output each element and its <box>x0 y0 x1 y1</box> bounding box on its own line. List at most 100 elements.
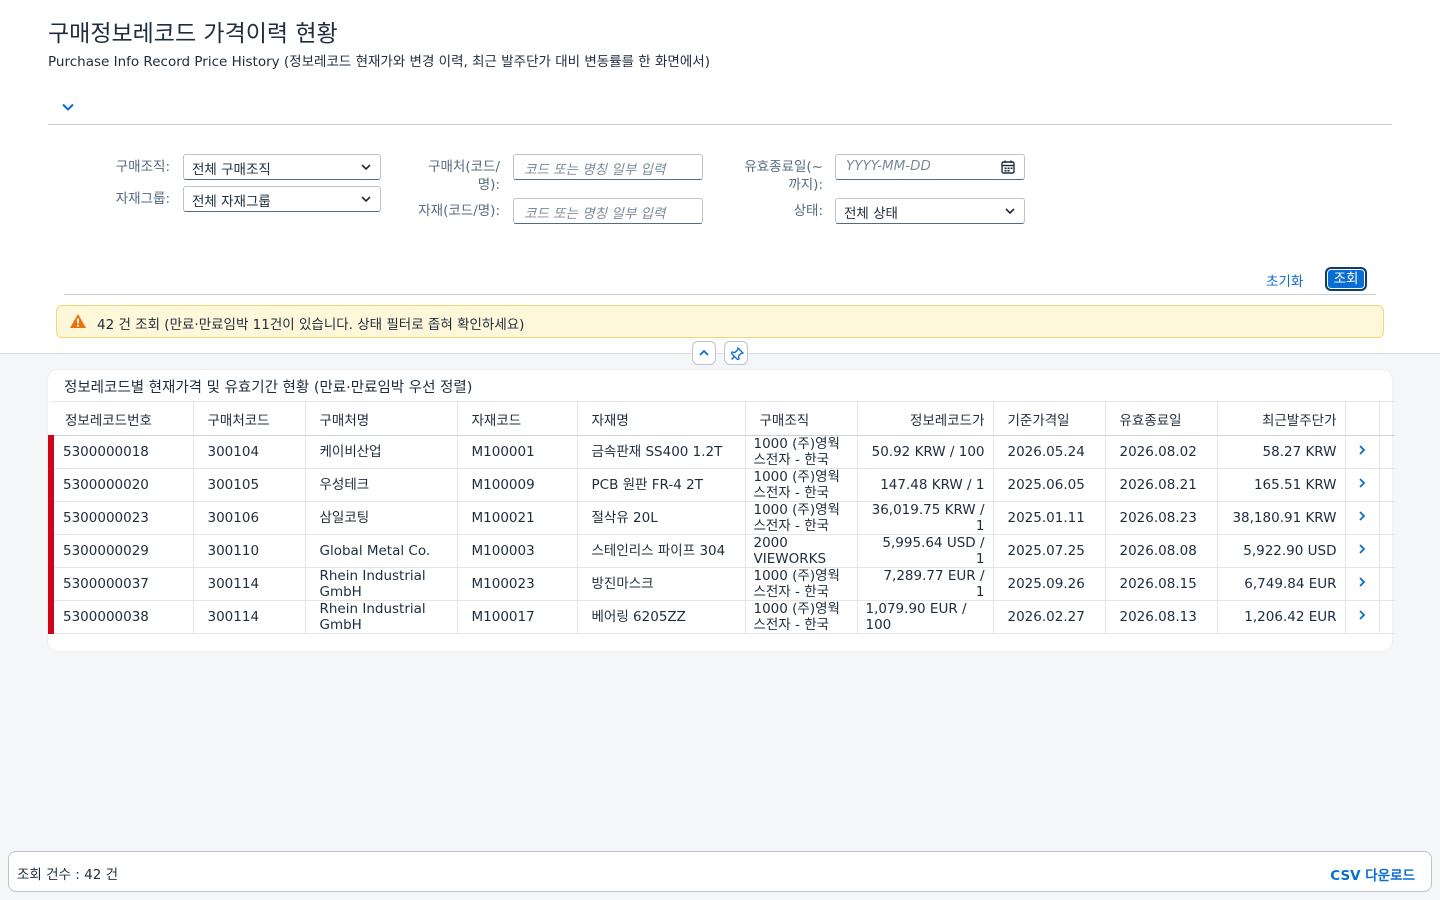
row-navigate-button[interactable] <box>1345 468 1380 502</box>
cell-last-po-price: 165.51 KRW <box>1217 468 1346 502</box>
table-row[interactable]: 5300000037 300114 Rhein Industrial GmbH … <box>48 567 1395 601</box>
cell-spacer <box>1379 600 1395 634</box>
purch-org-text: 1000 (주)영웍스전자 - 한국 <box>753 568 840 600</box>
cell-material-name: 금속판재 SS400 1.2T <box>577 435 746 469</box>
search-button[interactable]: 조회 <box>1325 267 1367 291</box>
cell-vendor-code: 300110 <box>193 534 306 568</box>
col-header-last-po-price[interactable]: 최근발주단가 <box>1217 401 1346 436</box>
collapse-header-button[interactable] <box>692 341 716 365</box>
cell-price-date: 2025.01.11 <box>993 501 1106 535</box>
row-navigate-button[interactable] <box>1345 534 1380 568</box>
cell-info-record: 5300000038 <box>48 600 194 634</box>
header-divider <box>48 124 1392 125</box>
cell-purch-org: 1000 (주)영웍스전자 - 한국 <box>745 600 858 634</box>
chevron-right-icon <box>1359 544 1366 554</box>
table-row[interactable]: 5300000038 300114 Rhein Industrial GmbH … <box>48 600 1395 634</box>
chevron-down-icon <box>1005 208 1015 215</box>
col-header-material-name[interactable]: 자재명 <box>577 401 746 436</box>
cell-info-price: 36,019.75 KRW / 1 <box>857 501 994 535</box>
pin-icon <box>730 347 744 361</box>
cell-spacer <box>1379 435 1395 469</box>
chevron-right-icon <box>1359 610 1366 620</box>
cell-vendor-name: Rhein Industrial GmbH <box>305 600 458 634</box>
cell-material-name: 절삭유 20L <box>577 501 746 535</box>
page-subtitle: Purchase Info Record Price History (정보레코… <box>48 54 710 70</box>
row-navigate-button[interactable] <box>1345 501 1380 535</box>
pin-header-button[interactable] <box>724 341 748 365</box>
cell-vendor-name: 삼일코팅 <box>305 501 458 535</box>
warning-text: 42 건 조회 (만료·만료임박 11건이 있습니다. 상태 필터로 좁혀 확인… <box>97 317 525 333</box>
page-title: 구매정보레코드 가격이력 현황 <box>48 21 338 47</box>
chevron-right-icon <box>1359 478 1366 488</box>
vendor-name-text: 삼일코팅 <box>319 510 370 526</box>
row-navigate-button[interactable] <box>1345 435 1380 469</box>
col-header-purch-org[interactable]: 구매조직 <box>745 401 858 436</box>
cell-vendor-name: 케이비산업 <box>305 435 458 469</box>
table-header-row: 정보레코드번호 구매처코드 구매처명 자재코드 자재명 구매조직 정보레코드가 … <box>51 401 1395 436</box>
cell-price-date: 2026.02.27 <box>993 600 1106 634</box>
purch-org-text: 1000 (주)영웍스전자 - 한국 <box>753 436 840 468</box>
csv-download-button[interactable]: CSV 다운로드 <box>1330 864 1415 884</box>
row-navigate-button[interactable] <box>1345 567 1380 601</box>
material-input[interactable]: 코드 또는 명칭 일부 입력 <box>513 198 703 224</box>
cell-info-price: 147.48 KRW / 1 <box>857 468 994 502</box>
purch-org-select[interactable]: 전체 구매조직 <box>183 154 381 180</box>
table-row[interactable]: 5300000023 300106 삼일코팅 M100021 절삭유 20L 1… <box>48 501 1395 535</box>
cell-valid-to: 2026.08.21 <box>1105 468 1218 502</box>
cell-price-date: 2025.06.05 <box>993 468 1106 502</box>
cell-material-code: M100003 <box>457 534 578 568</box>
cell-material-name: 스테인리스 파이프 304 <box>577 534 746 568</box>
material-label: 자재(코드/명): <box>418 203 500 219</box>
cell-material-code: M100001 <box>457 435 578 469</box>
cell-last-po-price: 5,922.90 USD <box>1217 534 1346 568</box>
vendor-name-text: 케이비산업 <box>319 444 382 460</box>
cell-info-price: 7,289.77 EUR / 1 <box>857 567 994 601</box>
mat-group-value: 전체 자재그룹 <box>192 194 271 210</box>
row-navigate-button[interactable] <box>1345 600 1380 634</box>
chevron-down-icon <box>361 164 371 171</box>
cell-info-record: 5300000023 <box>48 501 194 535</box>
cell-material-code: M100017 <box>457 600 578 634</box>
cell-info-price: 50.92 KRW / 100 <box>857 435 994 469</box>
cell-vendor-name: Global Metal Co. <box>305 534 458 568</box>
cell-material-name: PCB 원판 FR-4 2T <box>577 468 746 502</box>
col-header-material-code[interactable]: 자재코드 <box>457 401 578 436</box>
valid-to-placeholder: YYYY-MM-DD <box>846 158 931 174</box>
cell-purch-org: 1000 (주)영웍스전자 - 한국 <box>745 501 858 535</box>
col-header-vendor-code[interactable]: 구매처코드 <box>193 401 306 436</box>
mat-group-select[interactable]: 전체 자재그룹 <box>183 186 381 212</box>
cell-info-record: 5300000029 <box>48 534 194 568</box>
purch-org-text: 1000 (주)영웍스전자 - 한국 <box>753 469 840 501</box>
cell-info-record: 5300000018 <box>48 435 194 469</box>
price-table-card: 정보레코드별 현재가격 및 유효기간 현황 (만료·만료임박 우선 정렬) 정보… <box>48 370 1395 651</box>
cell-material-code: M100009 <box>457 468 578 502</box>
table-row[interactable]: 5300000018 300104 케이비산업 M100001 금속판재 SS4… <box>48 435 1395 469</box>
valid-to-date-input[interactable]: YYYY-MM-DD <box>835 154 1025 180</box>
col-header-spacer <box>1379 401 1395 436</box>
table-row[interactable]: 5300000020 300105 우성테크 M100009 PCB 원판 FR… <box>48 468 1395 502</box>
calendar-icon[interactable] <box>1000 159 1016 175</box>
cell-info-record: 5300000037 <box>48 567 194 601</box>
col-header-price-date[interactable]: 기준가격일 <box>993 401 1106 436</box>
cell-price-date: 2025.09.26 <box>993 567 1106 601</box>
cell-vendor-code: 300104 <box>193 435 306 469</box>
col-header-valid-to[interactable]: 유효종료일 <box>1105 401 1218 436</box>
info-price-text: 1,079.90 EUR / 100 <box>865 601 967 633</box>
cell-info-record: 5300000020 <box>48 468 194 502</box>
purch-org-label: 구매조직: <box>115 159 170 175</box>
cell-vendor-name: Rhein Industrial GmbH <box>305 567 458 601</box>
col-header-info-price[interactable]: 정보레코드가 <box>857 401 994 436</box>
cell-purch-org: 1000 (주)영웍스전자 - 한국 <box>745 435 858 469</box>
cell-price-date: 2025.07.25 <box>993 534 1106 568</box>
reset-button[interactable]: 초기화 <box>1266 270 1303 290</box>
filter-divider <box>64 294 1376 295</box>
status-select[interactable]: 전체 상태 <box>835 198 1025 224</box>
header-area: 구매정보레코드 가격이력 현황 Purchase Info Record Pri… <box>0 0 1440 354</box>
vendor-input[interactable]: 코드 또는 명칭 일부 입력 <box>513 154 703 180</box>
cell-purch-org: 1000 (주)영웍스전자 - 한국 <box>745 468 858 502</box>
col-header-vendor-name[interactable]: 구매처명 <box>305 401 458 436</box>
table-row[interactable]: 5300000029 300110 Global Metal Co. M1000… <box>48 534 1395 568</box>
chevron-up-icon <box>699 349 709 356</box>
col-header-info-record[interactable]: 정보레코드번호 <box>51 401 194 436</box>
chevron-down-icon[interactable] <box>60 99 76 115</box>
